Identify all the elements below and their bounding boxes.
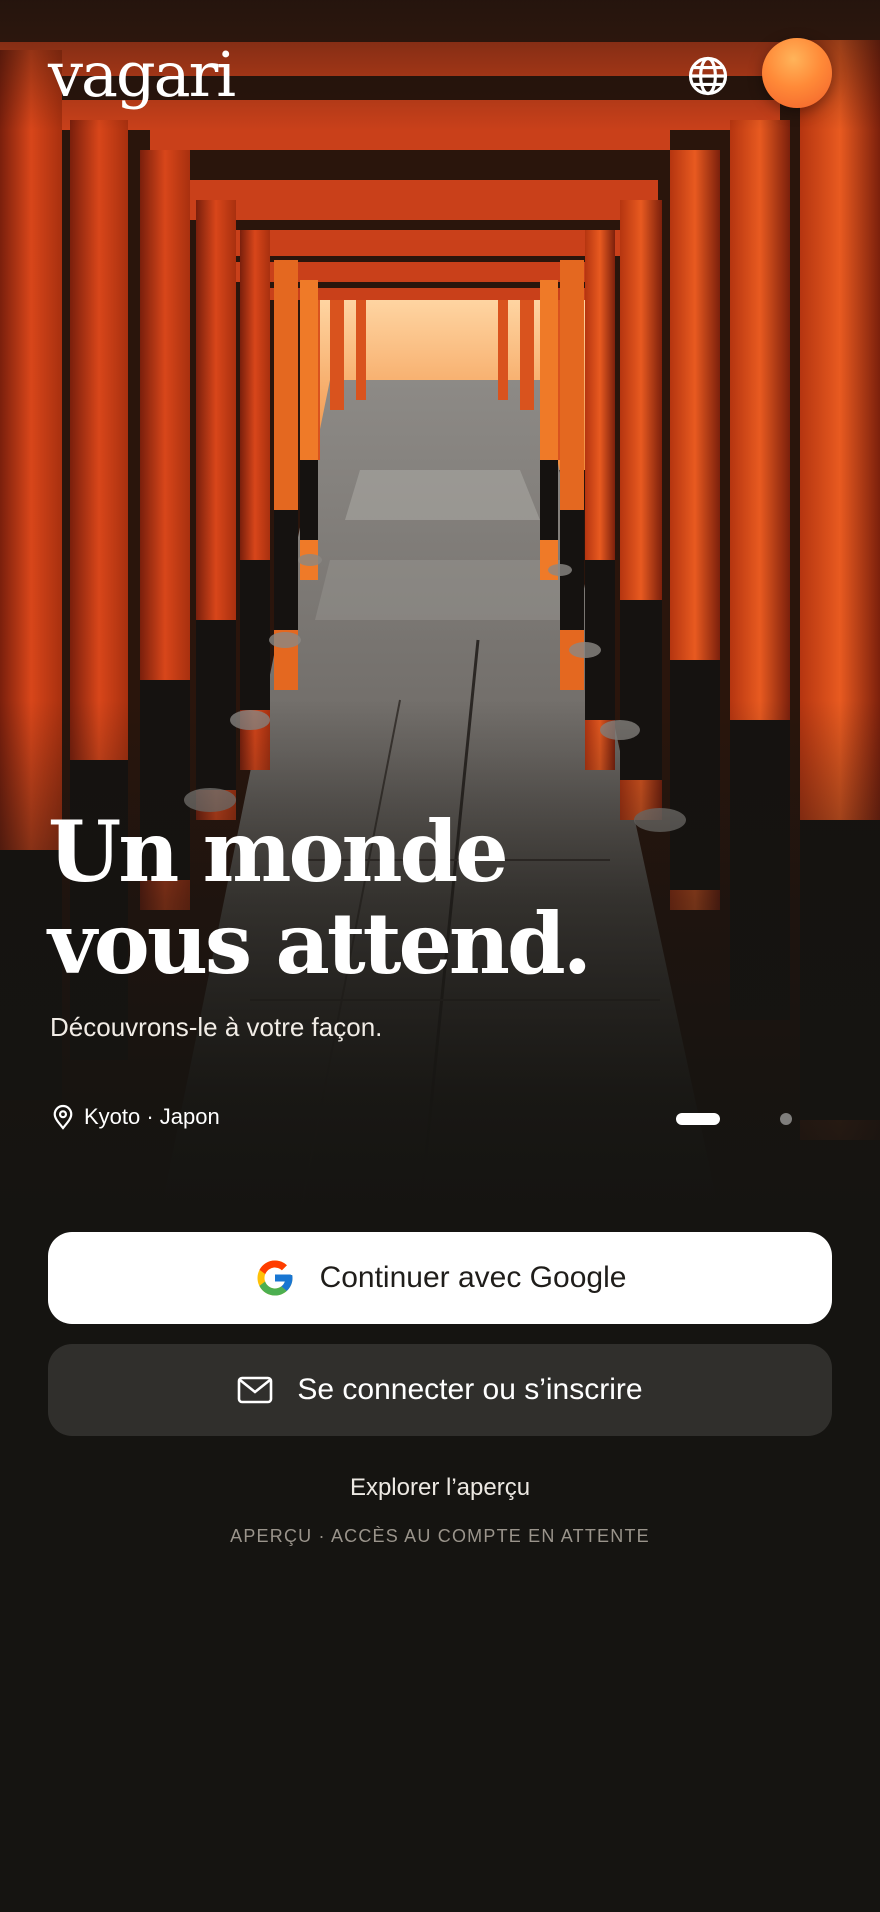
sign-in-or-register-button[interactable]: Se connecter ou s’inscrire	[48, 1344, 832, 1436]
email-button-label: Se connecter ou s’inscrire	[297, 1373, 643, 1406]
app-logo: vagari	[48, 38, 236, 111]
carousel-dot[interactable]	[780, 1113, 792, 1125]
location-label: Kyoto · Japon	[52, 1104, 220, 1130]
carousel-dot-active[interactable]	[676, 1113, 720, 1125]
explore-preview-link[interactable]: Explorer l’aperçu	[0, 1474, 880, 1502]
headline-line-2: vous attend.	[48, 894, 592, 993]
language-button[interactable]	[686, 54, 730, 98]
continue-with-google-button[interactable]: Continuer avec Google	[48, 1232, 832, 1324]
globe-icon	[688, 56, 728, 96]
hero-subtitle: Découvrons-le à votre façon.	[50, 1012, 383, 1042]
google-button-label: Continuer avec Google	[319, 1261, 627, 1294]
headline-line-1: Un monde	[48, 802, 509, 901]
mail-icon	[237, 1376, 273, 1404]
map-pin-icon	[53, 1104, 73, 1130]
location-text: Kyoto · Japon	[84, 1104, 220, 1129]
avatar[interactable]	[762, 38, 832, 108]
google-icon	[254, 1257, 296, 1299]
account-status-note: APERÇU · ACCÈS AU COMPTE EN ATTENTE	[230, 1526, 650, 1546]
hero-headline: Un monde vous attend.	[48, 806, 768, 990]
carousel-indicator	[676, 1112, 796, 1126]
